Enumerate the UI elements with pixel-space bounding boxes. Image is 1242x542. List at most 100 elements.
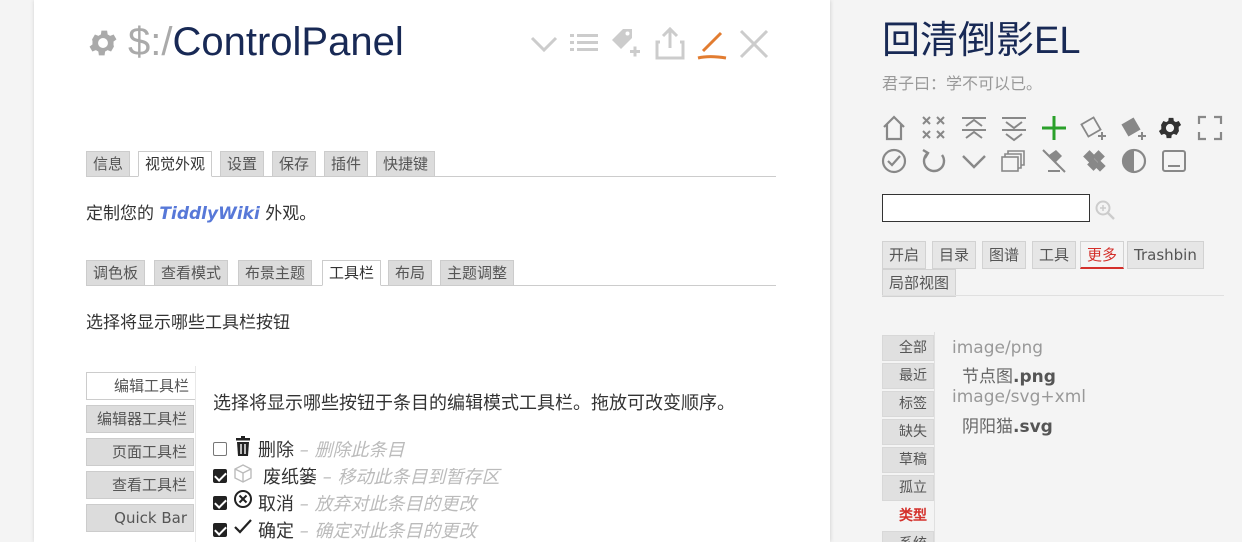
sidebar-tab-map[interactable]: 图谱: [982, 241, 1027, 269]
desc-text: 定制您的: [86, 204, 160, 224]
tiddler-link-png[interactable]: 节点图.png: [962, 362, 1056, 387]
appearance-tabs: 调色板 查看模式 布景主题 工具栏 布局 主题调整: [86, 260, 776, 286]
more-tab-tags[interactable]: 标签: [882, 391, 934, 417]
vtab-divider: [195, 366, 196, 542]
control-panel-icon[interactable]: [1156, 114, 1184, 142]
tab-theme-tweaks[interactable]: 主题调整: [440, 260, 515, 286]
done-checkbox[interactable]: [213, 523, 227, 537]
control-panel-tabs: 信息 视觉外观 设置 保存 插件 快捷键: [86, 151, 776, 177]
home-icon[interactable]: [880, 114, 908, 142]
sidebar-tab-more[interactable]: 更多: [1080, 241, 1125, 269]
tab-theme[interactable]: 布景主题: [238, 260, 313, 286]
close-all-icon[interactable]: [920, 114, 948, 142]
vtab-page-toolbar[interactable]: 页面工具栏: [86, 438, 194, 466]
more-tab-drafts[interactable]: 草稿: [882, 447, 934, 473]
sidebar-tab-trashbin[interactable]: Trashbin: [1127, 241, 1204, 269]
type-group-svg: image/svg+xml: [952, 387, 1086, 407]
tab-view-mode[interactable]: 查看模式: [154, 260, 229, 286]
checkmark-icon: [234, 519, 252, 534]
tab-settings[interactable]: 设置: [220, 151, 265, 177]
more-tab-recent[interactable]: 最近: [882, 363, 934, 389]
more-tab-orphans[interactable]: 孤立: [882, 475, 934, 501]
trashbin-hint: – 移动此条目到暂存区: [322, 467, 500, 488]
sidebar-tabs-divider: [882, 295, 1224, 296]
tab-layout[interactable]: 布局: [388, 260, 433, 286]
delete-label: 删除 – 删除此条目: [258, 436, 404, 462]
search-icon[interactable]: [1094, 199, 1116, 221]
tab-info[interactable]: 信息: [86, 151, 131, 177]
title-prefix: $:/: [128, 20, 173, 64]
control-panel-tiddler: $:/ControlPanel 信息 视觉外观 设置 保存 插件 快捷键 定制您…: [34, 0, 830, 542]
more-chevron-icon[interactable]: [960, 147, 988, 175]
svg-ext: .svg: [1013, 417, 1053, 437]
vtab-view-toolbar[interactable]: 查看工具栏: [86, 471, 194, 499]
list-icon[interactable]: [566, 26, 602, 62]
tab-toolbars[interactable]: 工具栏: [322, 260, 382, 286]
more-tabs-divider: [934, 332, 935, 542]
no-tag-icon[interactable]: [1040, 147, 1068, 175]
layout-icon[interactable]: [1160, 147, 1188, 175]
delete-hint: – 删除此条目: [299, 440, 405, 461]
png-ext: .png: [1013, 367, 1056, 387]
cancel-hint: – 放弃对此条目的更改: [299, 494, 477, 515]
new-image-icon[interactable]: [1120, 114, 1148, 142]
done-hint: – 确定对此条目的更改: [299, 521, 477, 542]
tab-saving[interactable]: 保存: [272, 151, 317, 177]
tiddler-title: $:/ControlPanel: [128, 18, 404, 66]
more-tab-missing[interactable]: 缺失: [882, 419, 934, 445]
close-icon[interactable]: [736, 26, 772, 62]
done-label-text: 确定: [258, 521, 294, 542]
export-icon[interactable]: [652, 26, 688, 62]
png-name: 节点图: [962, 367, 1013, 387]
palette-icon[interactable]: [1080, 147, 1108, 175]
sidebar-tab-tools[interactable]: 工具: [1032, 241, 1077, 269]
search-input[interactable]: [882, 194, 1090, 222]
fold-all-icon[interactable]: [960, 114, 988, 142]
site-title: 回清倒影EL: [882, 20, 1081, 62]
cancel-label-text: 取消: [258, 494, 294, 515]
sidebar-tab-toc[interactable]: 目录: [932, 241, 977, 269]
sidebar-tab-open[interactable]: 开启: [882, 241, 927, 269]
vtab-quick-bar[interactable]: Quick Bar: [86, 504, 194, 532]
save-wiki-icon[interactable]: [880, 147, 908, 175]
trashbin-label: 废纸篓 – 移动此条目到暂存区: [263, 463, 499, 489]
delete-checkbox[interactable]: [213, 442, 227, 456]
done-label: 确定 – 确定对此条目的更改: [258, 517, 476, 542]
edit-pencil-icon[interactable]: [694, 26, 730, 62]
edit-toolbar-description: 选择将显示哪些按钮于条目的编辑模式工具栏。拖放可改变顺序。: [213, 393, 735, 414]
refresh-icon[interactable]: [920, 147, 948, 175]
trash-icon: [236, 436, 250, 456]
vtab-editor-toolbar[interactable]: 编辑器工具栏: [86, 405, 194, 433]
chevron-down-icon[interactable]: [526, 26, 562, 62]
appearance-description: 定制您的 TiddlyWiki 外观。: [86, 199, 316, 224]
tag-add-icon[interactable]: [606, 26, 642, 62]
tab-plugins[interactable]: 插件: [324, 151, 369, 177]
more-tab-system[interactable]: 系统: [882, 531, 934, 542]
tab-shortcuts[interactable]: 快捷键: [376, 151, 436, 177]
new-tiddler-icon[interactable]: [1040, 114, 1068, 142]
tab-palette[interactable]: 调色板: [86, 260, 146, 286]
cancel-circle-icon: [234, 490, 252, 508]
cancel-checkbox[interactable]: [213, 496, 227, 510]
fullscreen-icon[interactable]: [1196, 114, 1224, 142]
title-main: ControlPanel: [172, 20, 404, 64]
tiddlywiki-link[interactable]: TiddlyWiki: [159, 204, 259, 224]
desc-text-end: 外观。: [259, 204, 317, 224]
cube-icon: [234, 464, 252, 483]
site-subtitle: 君子曰：学不可以已。: [882, 74, 1043, 93]
new-journal-icon[interactable]: [1080, 114, 1108, 142]
layers-icon[interactable]: [1000, 147, 1028, 175]
more-tab-all[interactable]: 全部: [882, 335, 934, 361]
trashbin-checkbox[interactable]: [213, 469, 227, 483]
more-tab-types[interactable]: 类型: [882, 503, 934, 529]
trashbin-label-text: 废纸篓: [263, 467, 317, 488]
sidebar-tab-local-view[interactable]: 局部视图: [882, 269, 957, 297]
tab-appearance[interactable]: 视觉外观: [138, 151, 213, 177]
unfold-all-icon[interactable]: [1000, 114, 1028, 142]
vtab-edit-toolbar[interactable]: 编辑工具栏: [86, 372, 196, 400]
type-group-png: image/png: [952, 338, 1044, 358]
gear-icon: [89, 30, 117, 56]
cancel-label: 取消 – 放弃对此条目的更改: [258, 490, 476, 516]
contrast-icon[interactable]: [1120, 147, 1148, 175]
tiddler-link-svg[interactable]: 阴阳猫.svg: [962, 412, 1053, 437]
